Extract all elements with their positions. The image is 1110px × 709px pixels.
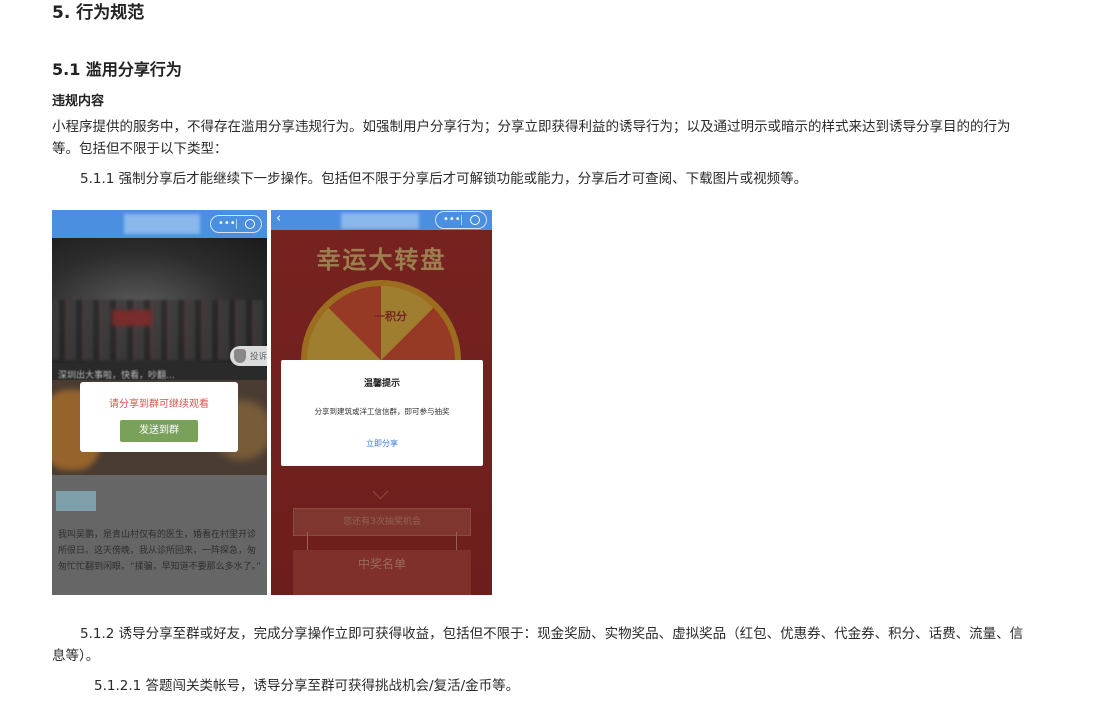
section-heading-5: 5. 行为规范 — [52, 3, 145, 23]
capsule-menu: ••• — [435, 211, 487, 229]
report-badge: 投诉 — [230, 346, 267, 366]
item-5-1-2-1: 5.1.2.1 答题闯关类帐号，诱导分享至群可获得挑战机会/复活/金币等。 — [94, 678, 520, 694]
share-prompt-dialog: 温馨提示 分享到建筑或洋工信信群，即可参与抽奖 立即分享 — [281, 360, 483, 466]
article-text: 我叫吴鹏，是青山村仅有的医生，婚看在村里开诊所很日。这天傍晚，我从诊所回来，一阵… — [58, 530, 261, 572]
more-icon: ••• — [443, 214, 461, 225]
miniprogram-topbar: ••• — [52, 210, 267, 238]
news-image-vehicle — [112, 310, 152, 326]
article-body: 我叫吴鹏，是青山村仅有的医生，婚看在村里开诊所很日。这天傍晚，我从诊所回来，一阵… — [52, 475, 267, 595]
item-5-1-2: 5.1.2 诱导分享至群或好友，完成分享操作立即可获得收益，包括但不限于：现金奖… — [52, 626, 1024, 664]
send-to-group-button[interactable]: 发送到群 — [120, 420, 198, 442]
more-icon: ••• — [218, 218, 236, 229]
blurred-title — [124, 214, 200, 234]
back-icon: ‹ — [276, 211, 282, 226]
example-screenshot-lucky-wheel: ‹ ••• 幸运大转盘 一积分 您还有3次抽奖机会 中奖名单 温馨提示 分享到建… — [271, 210, 492, 595]
share-dialog: 请分享到群可继续观看 发送到群 — [80, 382, 238, 452]
share-dialog-message: 请分享到群可继续观看 — [109, 399, 209, 410]
miniprogram-topbar: ‹ ••• — [271, 210, 492, 230]
example-screenshot-forced-share: ••• 投诉 深圳出大事啦，快看，吵翻… 我叫吴鹏，是青山村仅有的医生，婚看在村… — [52, 210, 267, 595]
shield-icon — [234, 349, 246, 363]
close-target-icon — [245, 219, 255, 229]
close-target-icon — [470, 215, 480, 225]
section-heading-5-1: 5.1 滥用分享行为 — [52, 60, 182, 79]
dialog-message: 分享到建筑或洋工信信群，即可参与抽奖 — [314, 407, 450, 416]
subheading-violation: 违规内容 — [52, 94, 105, 109]
blurred-title — [341, 213, 419, 229]
capsule-menu: ••• — [210, 215, 262, 233]
share-now-link[interactable]: 立即分享 — [281, 438, 483, 449]
item-5-1-1: 5.1.1 强制分享后才能继续下一步操作。包括但不限于分享后才可解锁功能或能力，… — [80, 171, 808, 187]
dialog-title: 温馨提示 — [363, 379, 400, 389]
article-tag — [56, 491, 96, 511]
paragraph-intro: 小程序提供的服务中，不得存在滥用分享违规行为。如强制用户分享行为；分享立即获得利… — [52, 119, 1011, 157]
